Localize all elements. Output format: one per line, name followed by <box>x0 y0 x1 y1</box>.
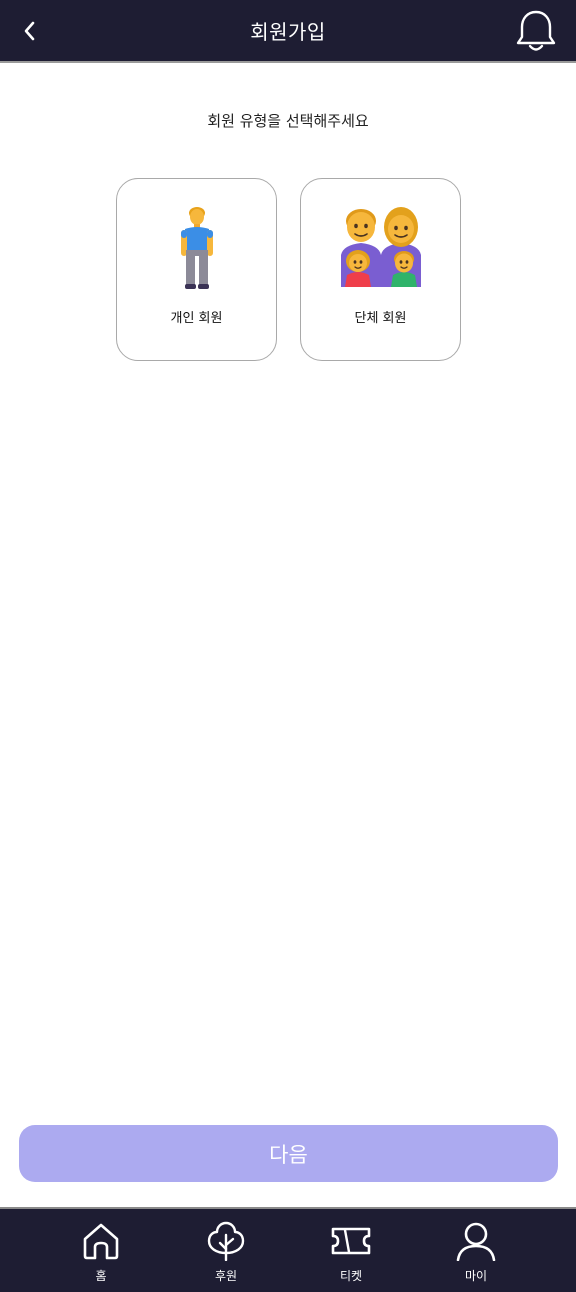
next-button[interactable]: 다음 <box>19 1125 558 1182</box>
tab-ticket[interactable]: 티켓 <box>316 1217 386 1287</box>
tab-my-label: 마이 <box>464 1269 488 1283</box>
user-icon <box>456 1222 496 1261</box>
tab-home[interactable]: 홈 <box>66 1217 136 1287</box>
individual-member-card[interactable]: 개인 회원 <box>116 178 277 361</box>
bell-icon <box>516 10 556 51</box>
tab-my[interactable]: 마이 <box>441 1217 511 1287</box>
tree-icon <box>207 1221 245 1261</box>
tab-home-label: 홈 <box>95 1269 107 1283</box>
ticket-icon <box>331 1227 371 1255</box>
family-icon <box>340 207 421 287</box>
group-member-card[interactable]: 단체 회원 <box>300 178 461 361</box>
app-header: 회원가입 <box>0 0 576 63</box>
individual-member-label: 개인 회원 <box>170 311 223 326</box>
notification-button[interactable] <box>514 8 558 54</box>
bottom-tab-bar: 홈 후원 티켓 마이 <box>0 1207 576 1292</box>
tab-donate[interactable]: 후원 <box>191 1217 261 1287</box>
person-standing-icon <box>180 207 213 289</box>
home-icon <box>83 1223 119 1260</box>
tab-ticket-label: 티켓 <box>339 1269 363 1283</box>
member-type-prompt: 회원 유형을 선택해주세요 <box>207 112 369 130</box>
group-member-label: 단체 회원 <box>354 311 407 326</box>
tab-donate-label: 후원 <box>214 1269 238 1283</box>
page-title: 회원가입 <box>250 20 326 44</box>
